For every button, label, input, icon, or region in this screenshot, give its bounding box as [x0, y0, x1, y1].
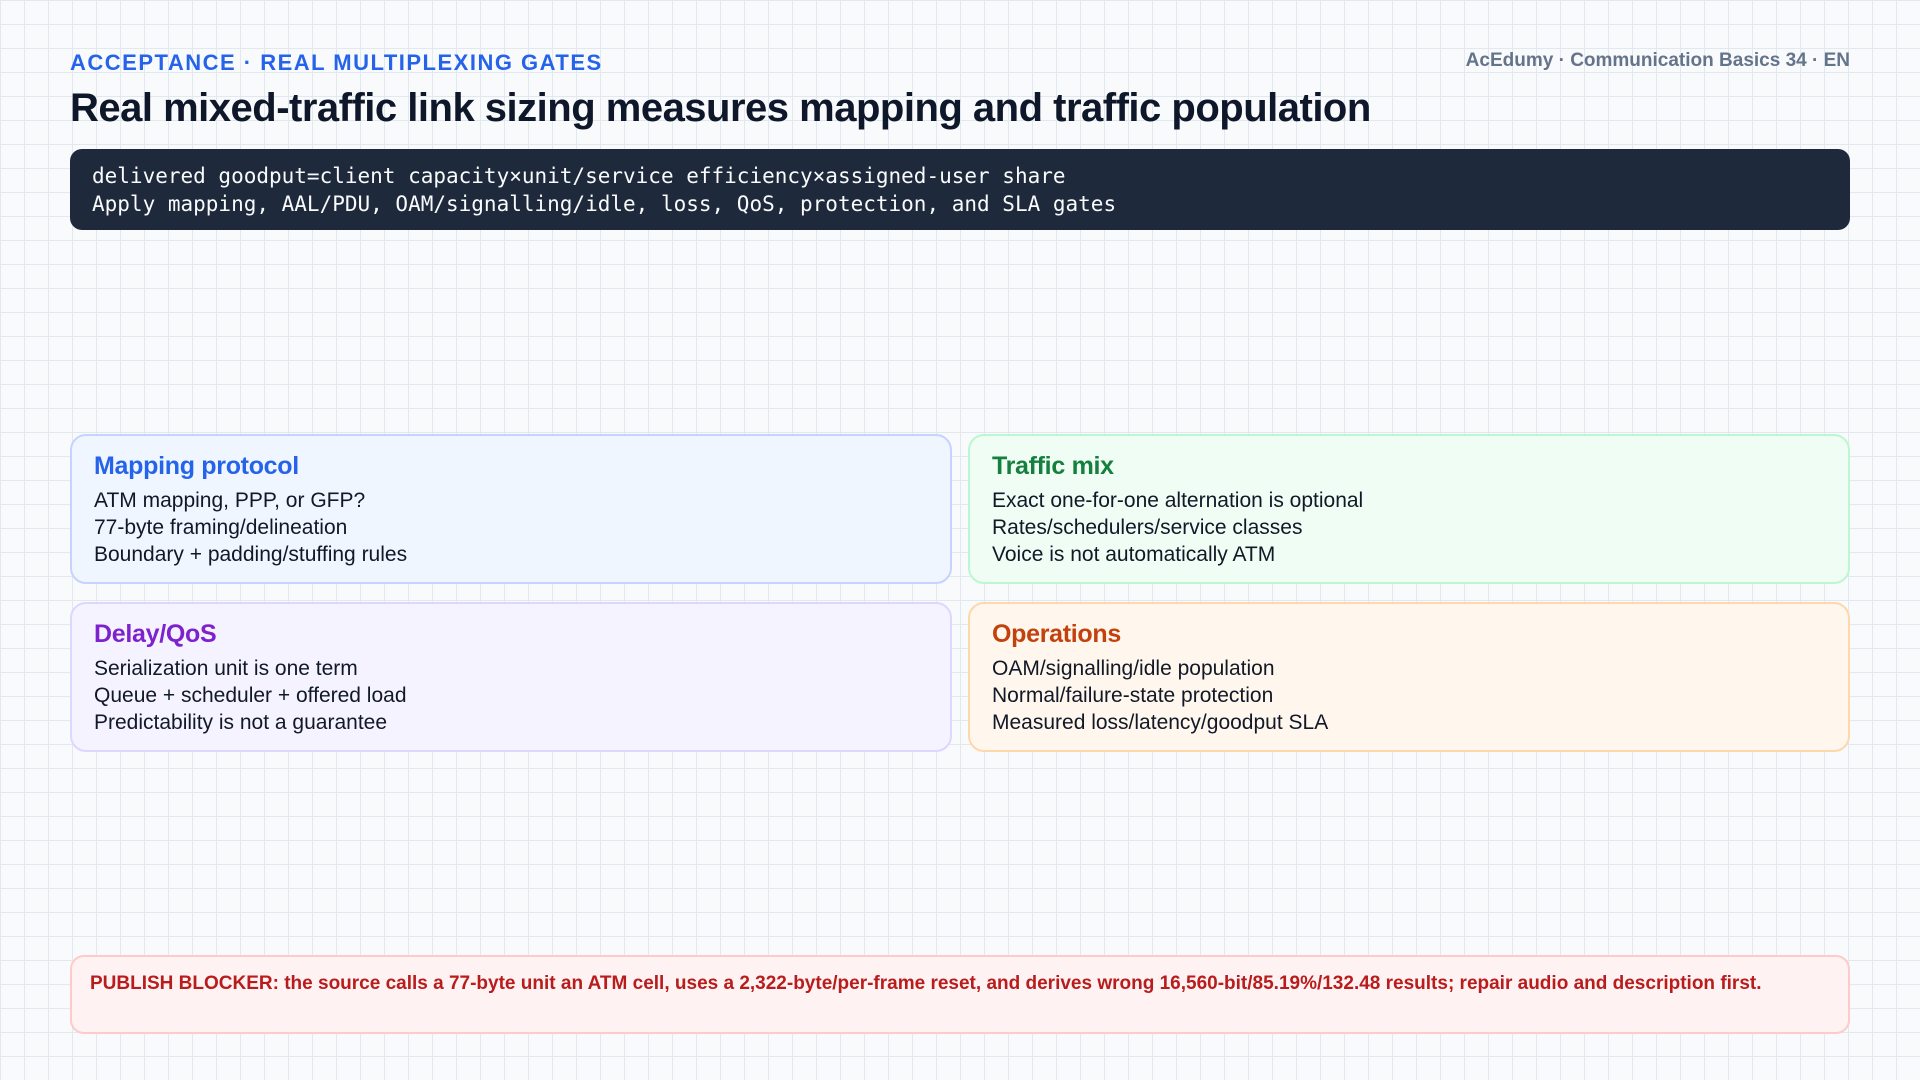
- card-line: ATM mapping, PPP, or GFP?: [94, 489, 366, 512]
- card-title: Operations: [992, 620, 1121, 648]
- card-line: Voice is not automatically ATM: [992, 543, 1276, 566]
- card-line: Normal/failure-state protection: [992, 684, 1274, 707]
- card-mapping-protocol: Mapping protocol ATM mapping, PPP, or GF…: [70, 434, 952, 584]
- card-line: OAM/signalling/idle population: [992, 657, 1275, 680]
- card-line: Boundary + padding/stuffing rules: [94, 543, 408, 566]
- card-traffic-mix: Traffic mix Exact one-for-one alternatio…: [968, 434, 1850, 584]
- card-title: Traffic mix: [992, 452, 1114, 480]
- card-line: Rates/schedulers/service classes: [992, 516, 1303, 539]
- card-line: Exact one-for-one alternation is optiona…: [992, 489, 1364, 512]
- formula-line: delivered goodput=client capacity×unit/s…: [92, 164, 1066, 188]
- card-line: Queue + scheduler + offered load: [94, 684, 407, 707]
- card-line: Serialization unit is one term: [94, 657, 358, 680]
- page-title: Real mixed-traffic link sizing measures …: [70, 86, 1371, 130]
- card-line: Measured loss/latency/goodput SLA: [992, 711, 1329, 734]
- course-label: AcEdumy · Communication Basics 34 · EN: [1465, 50, 1850, 71]
- formula-box: delivered goodput=client capacity×unit/s…: [70, 149, 1850, 230]
- formula-line: Apply mapping, AAL/PDU, OAM/signalling/i…: [92, 192, 1117, 216]
- card-operations: Operations OAM/signalling/idle populatio…: [968, 602, 1850, 752]
- card-title: Mapping protocol: [94, 452, 299, 480]
- card-delay-qos: Delay/QoS Serialization unit is one term…: [70, 602, 952, 752]
- card-line: 77-byte framing/delineation: [94, 516, 348, 539]
- publish-blocker-banner: PUBLISH BLOCKER: the source calls a 77-b…: [70, 955, 1850, 1034]
- card-title: Delay/QoS: [94, 620, 217, 648]
- card-line: Predictability is not a guarantee: [94, 711, 388, 734]
- section-kicker: ACCEPTANCE · REAL MULTIPLEXING GATES: [70, 50, 603, 75]
